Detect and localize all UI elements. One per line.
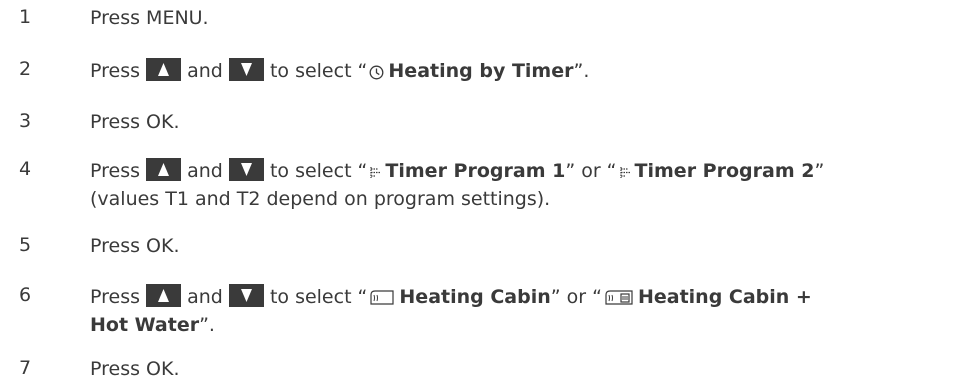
step-number: 1 xyxy=(19,6,32,28)
select-label: to select “ xyxy=(269,60,368,82)
press-label: Press xyxy=(90,60,141,82)
up-arrow-button-icon xyxy=(146,284,182,307)
step-number: 5 xyxy=(19,234,32,256)
menu-option-timer-program-2: Timer Program 2 xyxy=(634,160,815,182)
menu-option-heating-cabin-hot-water-cont: Hot Water xyxy=(90,314,200,336)
step-number: 3 xyxy=(19,110,32,132)
step-number: 2 xyxy=(19,58,32,80)
down-arrow-button-icon xyxy=(228,158,264,181)
timer-program-icon xyxy=(619,162,631,187)
down-arrow-button-icon xyxy=(228,284,264,307)
step-note: (values T1 and T2 depend on program sett… xyxy=(90,188,551,210)
and-label: and xyxy=(187,60,223,82)
step-number: 7 xyxy=(19,357,32,379)
press-label: Press xyxy=(90,160,141,182)
clock-icon xyxy=(369,62,384,87)
step-number: 4 xyxy=(19,158,32,180)
timer-program-icon xyxy=(369,162,381,187)
step-number: 6 xyxy=(19,284,32,306)
cabin-heating-icon xyxy=(369,288,395,313)
step-text: Press MENU. xyxy=(90,7,209,29)
step-text: Press OK. xyxy=(90,235,180,257)
cabin-hot-water-icon xyxy=(604,288,634,313)
step-text: Press OK. xyxy=(90,111,180,133)
down-arrow-button-icon xyxy=(228,58,264,81)
menu-option-heating-by-timer: Heating by Timer xyxy=(388,60,574,82)
and-label: and xyxy=(187,286,223,308)
up-arrow-button-icon xyxy=(146,158,182,181)
press-label: Press xyxy=(90,286,141,308)
and-label: and xyxy=(187,160,223,182)
select-label: to select “ xyxy=(269,160,368,182)
step-text: Press OK. xyxy=(90,358,180,380)
menu-option-heating-cabin: Heating Cabin xyxy=(399,286,551,308)
menu-option-heating-cabin-hot-water: Heating Cabin + xyxy=(637,286,812,308)
up-arrow-button-icon xyxy=(146,58,182,81)
menu-option-timer-program-1: Timer Program 1 xyxy=(385,160,566,182)
select-label: to select “ xyxy=(269,286,368,308)
